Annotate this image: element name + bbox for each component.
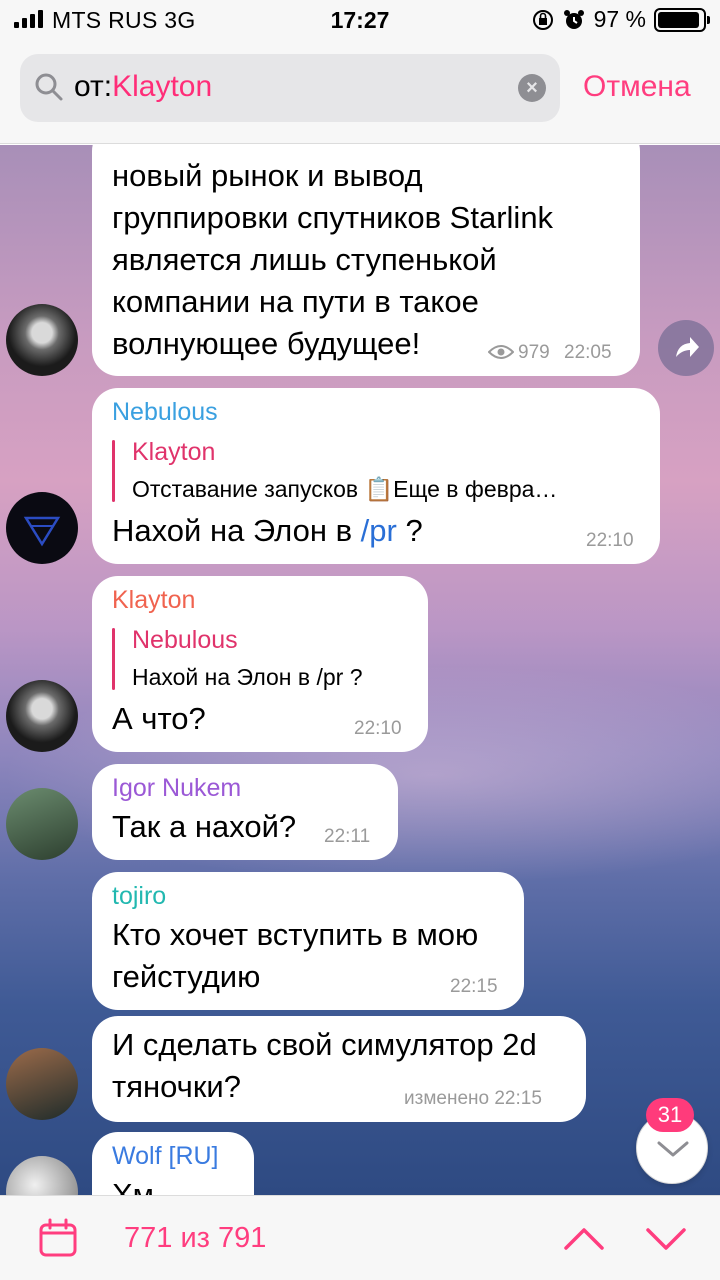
message-bubble[interactable]: Wolf [RU] Хм xyxy=(92,1132,254,1195)
share-icon xyxy=(676,337,699,357)
calendar-icon[interactable] xyxy=(38,1218,78,1258)
search-filter-user: Klayton xyxy=(112,70,213,103)
view-count: 979 xyxy=(518,342,550,363)
sender-name[interactable]: Klayton xyxy=(112,586,195,615)
unread-badge: 31 xyxy=(646,1098,694,1132)
search-results-bar: 771 из 791 xyxy=(0,1195,720,1280)
message-time: 22:10 xyxy=(354,718,402,739)
avatar[interactable] xyxy=(6,304,78,376)
status-right: 97 % xyxy=(532,6,710,33)
message-time: 22:15 xyxy=(450,976,498,997)
command-link[interactable]: /pr xyxy=(361,513,397,548)
message-bubble[interactable]: Igor Nukem Так а нахой? 22:11 xyxy=(92,764,398,860)
chat-area[interactable]: новый рынок и вывод группировки спутнико… xyxy=(0,145,720,1195)
views-icon xyxy=(488,345,514,359)
search-icon xyxy=(35,73,63,101)
reply-preview[interactable]: Отставание запусков 📋Еще в февра… xyxy=(132,476,557,503)
search-query[interactable]: от:Klayton xyxy=(74,70,212,104)
message-time: 22:05 xyxy=(564,342,612,363)
message-text: А что? xyxy=(112,701,206,736)
sender-name[interactable]: Igor Nukem xyxy=(112,774,241,803)
message-time: изменено 22:15 xyxy=(404,1088,542,1109)
avatar[interactable] xyxy=(6,680,78,752)
reply-sender[interactable]: Nebulous xyxy=(132,626,238,655)
message-bubble[interactable]: Nebulous Klayton Отставание запусков 📋Ещ… xyxy=(92,388,660,564)
triangle-logo-icon xyxy=(23,516,61,547)
message-text: Так а нахой? xyxy=(112,809,297,844)
next-result-button[interactable] xyxy=(644,1218,688,1258)
clear-icon[interactable]: × xyxy=(518,74,546,102)
message-bubble[interactable]: tojiro Кто хочет вступить в мою гейстуди… xyxy=(92,872,524,1010)
message-bubble[interactable]: новый рынок и вывод группировки спутнико… xyxy=(92,145,640,376)
message-bubble[interactable]: Klayton Nebulous Нахой на Элон в /pr ? А… xyxy=(92,576,428,752)
avatar[interactable] xyxy=(6,1156,78,1195)
battery-percent: 97 % xyxy=(593,6,646,32)
status-bar: MTS RUS 3G 17:27 97 % xyxy=(0,0,720,40)
alarm-icon xyxy=(563,9,584,29)
sender-name[interactable]: Wolf [RU] xyxy=(112,1142,219,1171)
message-text: Кто хочет вступить в мою гейстудию xyxy=(112,917,479,994)
reply-sender[interactable]: Klayton xyxy=(132,438,215,467)
battery-icon xyxy=(654,7,710,32)
search-filter-prefix: от: xyxy=(74,70,113,103)
message-text: Хм xyxy=(112,1177,154,1195)
avatar[interactable] xyxy=(6,492,78,564)
sender-name[interactable]: Nebulous xyxy=(112,398,218,427)
search-header: от:Klayton × Отмена xyxy=(0,40,720,144)
message-time: 22:11 xyxy=(324,826,371,847)
message-bubble[interactable]: И сделать свой симулятор 2d тяночки? изм… xyxy=(92,1016,586,1122)
reply-preview[interactable]: Нахой на Элон в /pr ? xyxy=(132,664,363,691)
message-text: Нахой на Элон в /pr ? xyxy=(112,513,423,548)
search-input[interactable]: от:Klayton × xyxy=(20,54,560,122)
rotation-lock-icon xyxy=(532,9,553,30)
avatar[interactable] xyxy=(6,1048,78,1120)
sender-name[interactable]: tojiro xyxy=(112,882,166,911)
message-text: новый рынок и вывод группировки спутнико… xyxy=(112,158,554,361)
forward-button[interactable] xyxy=(658,320,714,376)
cancel-button[interactable]: Отмена xyxy=(583,70,691,104)
avatar[interactable] xyxy=(6,788,78,860)
message-time: 22:10 xyxy=(586,530,634,551)
result-counter: 771 из 791 xyxy=(124,1222,267,1254)
previous-result-button[interactable] xyxy=(562,1218,606,1258)
